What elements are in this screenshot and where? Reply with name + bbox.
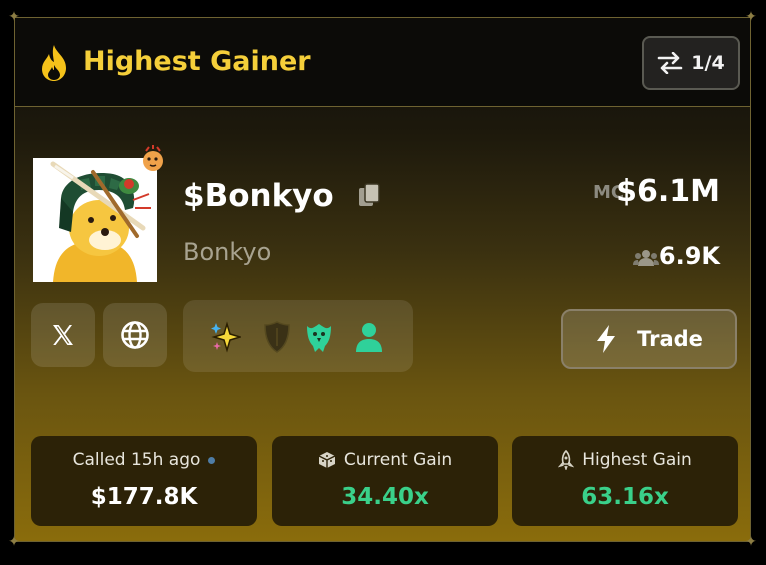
x-icon	[53, 325, 73, 345]
eagle-icon[interactable]	[303, 320, 335, 354]
current-gain-stat: Current Gain 34.40x	[272, 436, 498, 526]
highest-gain-label-row: Highest Gain	[512, 450, 738, 470]
shield-icon[interactable]	[261, 320, 293, 354]
pager-label: 1/4	[691, 52, 725, 74]
token-symbol: $Bonkyo	[183, 178, 334, 214]
pump-badge-icon	[143, 145, 163, 171]
called-stat: Called 15h ago $177.8K	[31, 436, 257, 526]
called-stat-label: Called 15h ago	[72, 450, 201, 470]
current-gain-label: Current Gain	[343, 450, 453, 470]
user-icon[interactable]	[353, 320, 385, 354]
dog-samurai-image	[33, 158, 157, 282]
card-title: Highest Gainer	[83, 46, 311, 77]
highest-gain-value: 63.16x	[581, 484, 669, 510]
token-avatar	[33, 158, 157, 282]
current-gain-label-row: Current Gain	[272, 450, 498, 470]
corner-ornament: ✦	[745, 534, 757, 550]
corner-ornament: ✦	[8, 534, 20, 550]
flame-icon	[42, 45, 66, 81]
current-gain-value: 34.40x	[341, 484, 429, 510]
status-dot	[208, 456, 216, 464]
sparkles-icon[interactable]	[209, 320, 241, 354]
rocket-icon	[558, 450, 575, 470]
token-name: Bonkyo	[183, 238, 272, 266]
highest-gain-stat: Highest Gain 63.16x	[512, 436, 738, 526]
swap-arrows-icon	[657, 52, 683, 74]
holders-icon	[633, 250, 659, 266]
pager-button[interactable]: 1/4	[642, 36, 740, 90]
called-stat-label-row: Called 15h ago	[31, 450, 257, 470]
holders-count: 6.9K	[658, 242, 720, 270]
lightning-icon	[597, 325, 616, 353]
x-link-button[interactable]	[31, 303, 95, 367]
website-link-button[interactable]	[103, 303, 167, 367]
cube-icon	[318, 452, 336, 468]
highest-gainer-card: ✦ ✦ ✦ ✦ Highest Gainer 1/4 $Bonkyo Bonky…	[8, 9, 757, 550]
trade-button[interactable]: Trade	[561, 309, 737, 369]
copy-icon[interactable]	[358, 183, 382, 209]
token-tags-panel	[183, 300, 413, 372]
globe-icon	[121, 321, 149, 349]
called-stat-value: $177.8K	[90, 484, 198, 510]
trade-label: Trade	[637, 327, 703, 351]
highest-gain-label: Highest Gain	[582, 450, 692, 470]
card-header: Highest Gainer 1/4	[15, 18, 750, 107]
market-cap-value: $6.1M	[616, 174, 720, 209]
